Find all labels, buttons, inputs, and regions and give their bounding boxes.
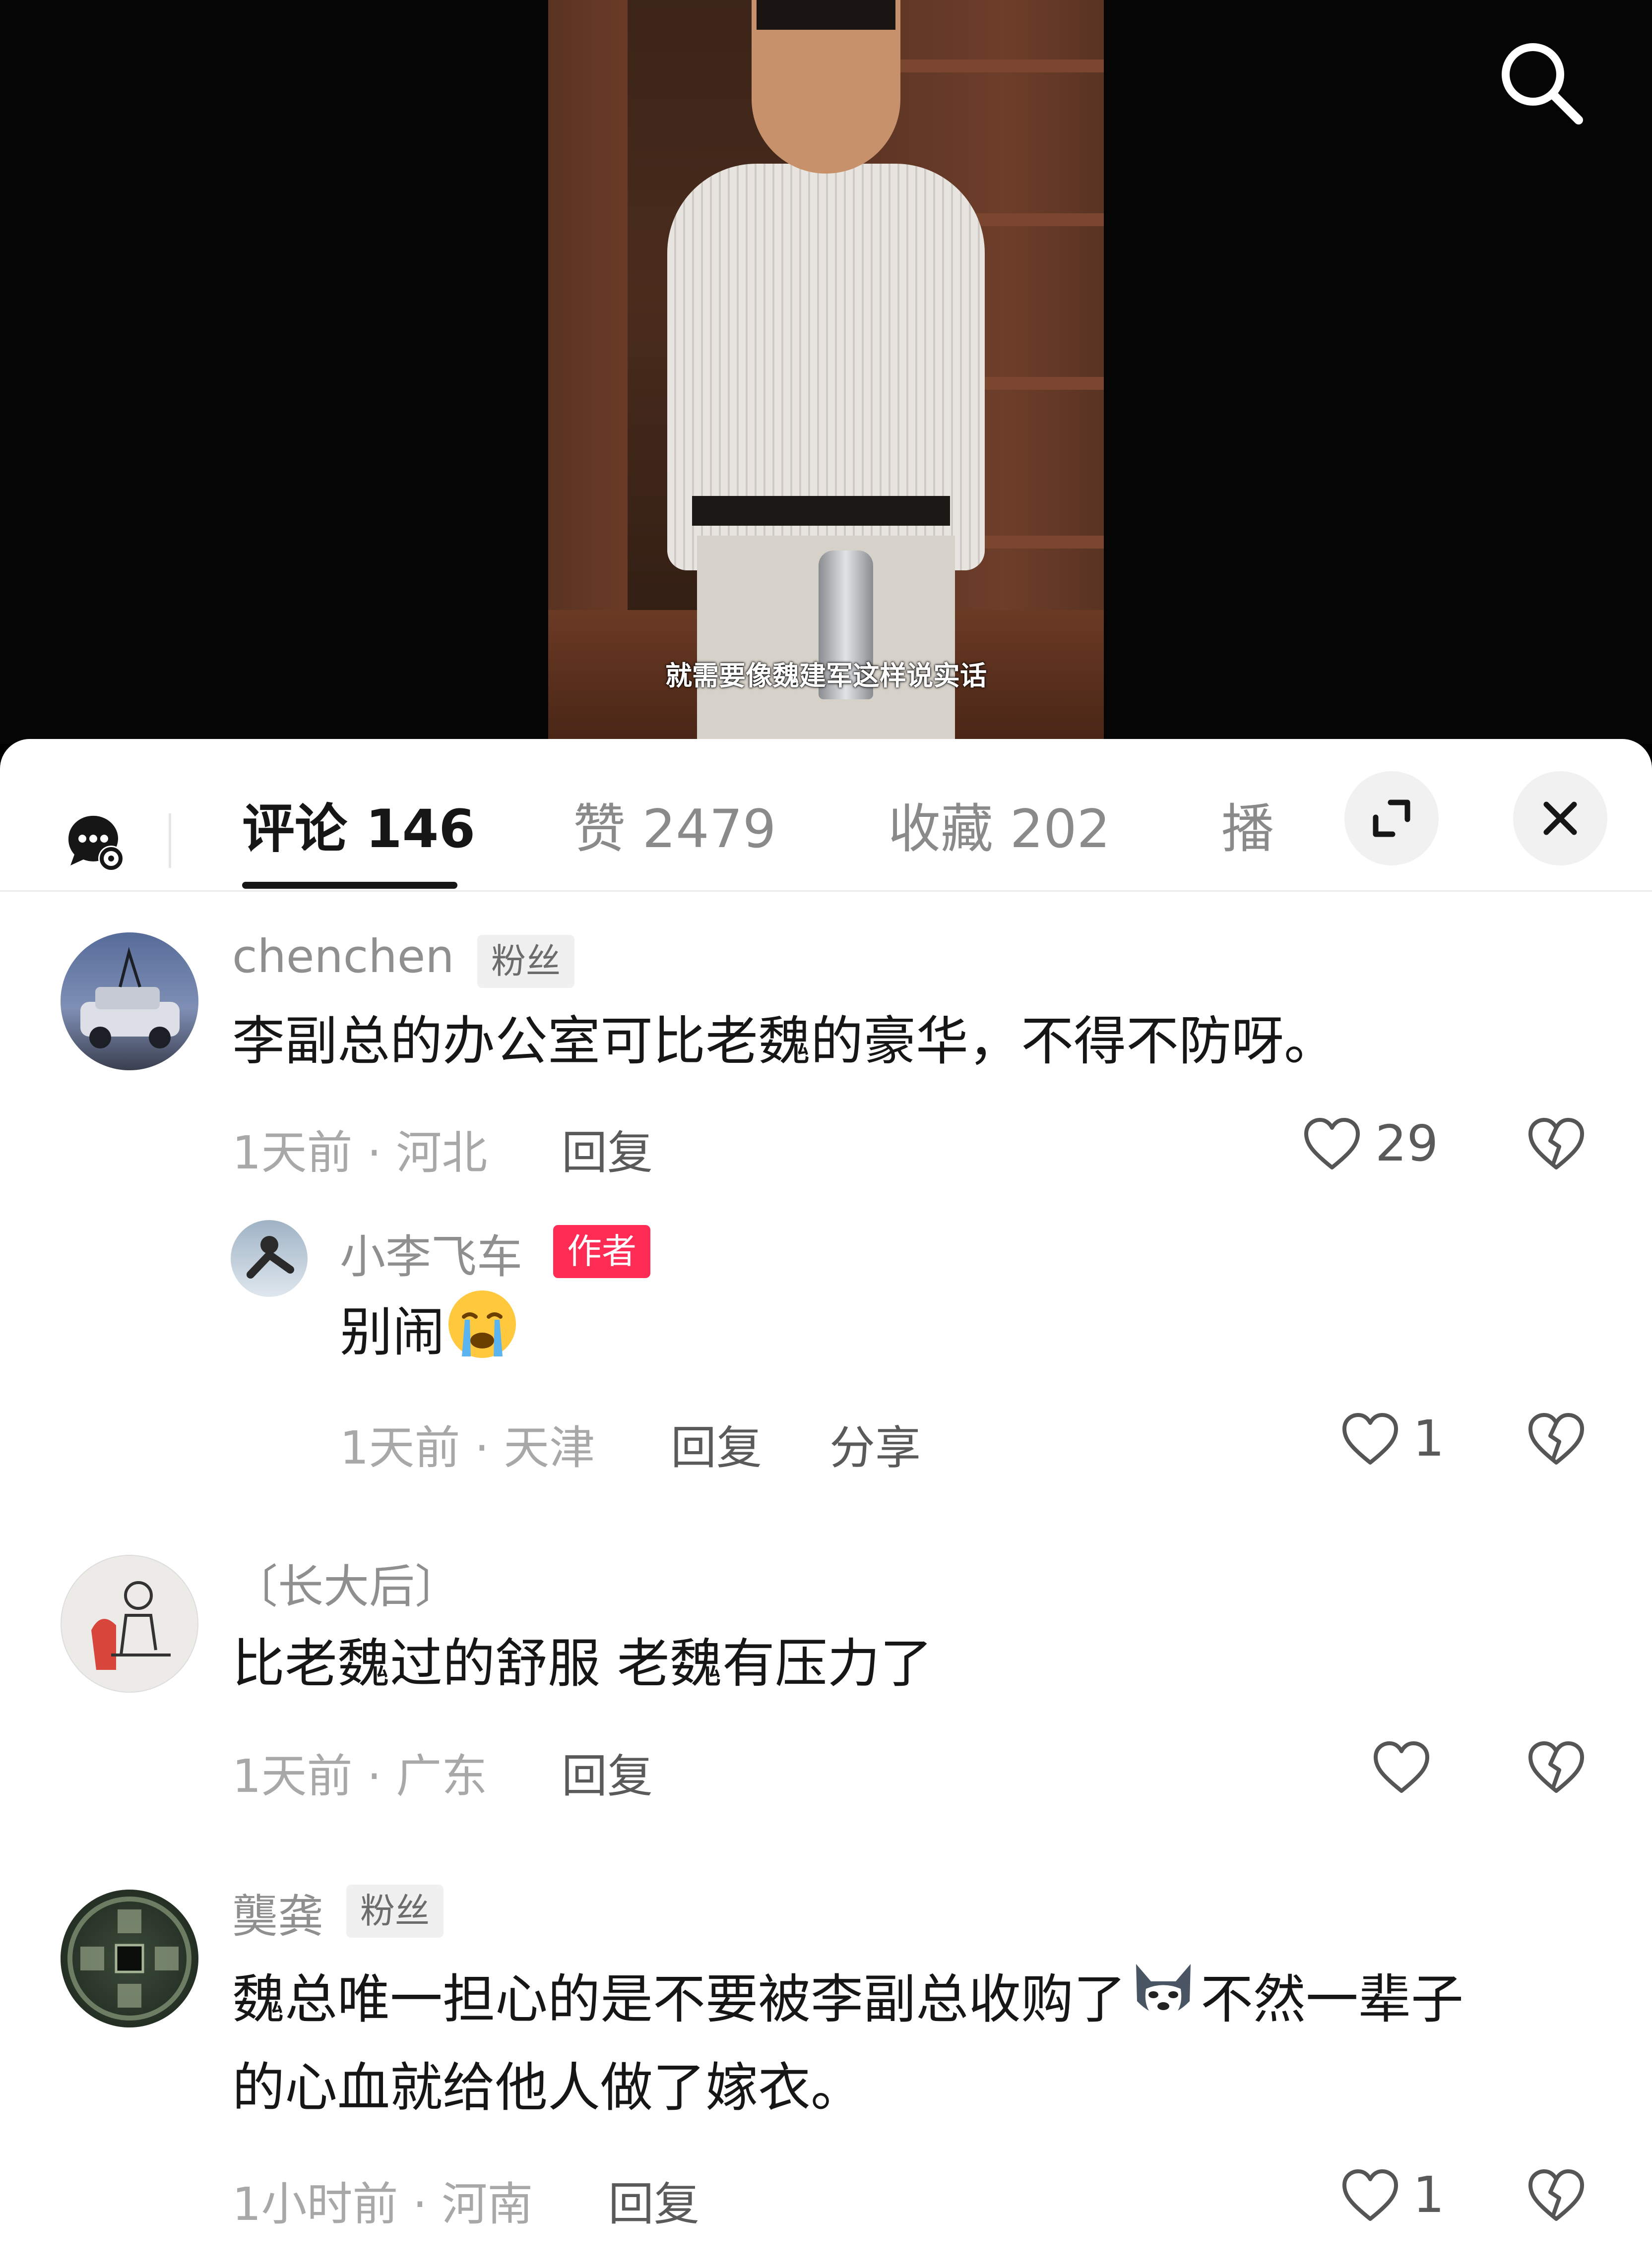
heart-icon[interactable] xyxy=(1340,1411,1400,1471)
broken-heart-icon[interactable] xyxy=(1526,1116,1586,1175)
reply-button[interactable]: 回复 xyxy=(671,1411,762,1477)
video-frame[interactable]: 就需要像魏建军这样说实话 xyxy=(548,0,1104,739)
fan-badge: 粉丝 xyxy=(477,935,574,988)
reply-button[interactable]: 回复 xyxy=(562,1739,653,1805)
like-count: 1 xyxy=(1413,2166,1445,2224)
like-count: 29 xyxy=(1375,1114,1439,1172)
tab-bar: 评论 146 赞 2479 收藏 202 播 xyxy=(0,739,1652,892)
tab-comments[interactable]: 评论 146 xyxy=(242,786,475,862)
comment-sheet: 评论 146 赞 2479 收藏 202 播 chenchen 粉丝 李副总的办… xyxy=(0,739,1652,2268)
like-count: 1 xyxy=(1413,1410,1445,1468)
comment-username[interactable]: 龑龚 xyxy=(232,1880,323,1946)
tab-likes[interactable]: 赞 2479 xyxy=(573,786,776,862)
comment-username[interactable]: chenchen xyxy=(232,930,454,983)
comment-username[interactable]: 〔长大后〕 xyxy=(232,1550,460,1616)
search-icon[interactable] xyxy=(1493,35,1588,129)
tab-plays[interactable]: 播 xyxy=(1221,786,1274,862)
comment-text-line-2: 的心血就给他人做了嫁衣。 xyxy=(232,2057,863,2118)
reply-username[interactable]: 小李飞车 xyxy=(340,1220,522,1286)
reply-text-content: 别闹 xyxy=(340,1302,445,1363)
video-player[interactable]: 就需要像魏建军这样说实话 xyxy=(0,0,1652,744)
tab-divider xyxy=(169,813,171,868)
avatar[interactable] xyxy=(61,1555,198,1693)
reply-text: 别闹 xyxy=(340,1287,519,1386)
comment-meta: 1天前 · 河北 xyxy=(232,1126,488,1179)
chat-settings-icon[interactable] xyxy=(64,811,128,875)
comment-text-line-1: 魏总唯一担心的是不要被李副总收购了 不然一辈子 xyxy=(232,1954,1463,2053)
heart-icon[interactable] xyxy=(1340,2167,1400,2227)
husky-dog-face-icon xyxy=(1126,1954,1201,2053)
broken-heart-icon[interactable] xyxy=(1526,2167,1586,2227)
comment-meta: 1天前 · 广东 xyxy=(232,1750,488,1803)
reply-button[interactable]: 回复 xyxy=(562,1116,653,1182)
author-badge: 作者 xyxy=(553,1225,650,1278)
crying-face-icon xyxy=(445,1287,519,1386)
tab-favorites[interactable]: 收藏 202 xyxy=(888,786,1110,862)
share-button[interactable]: 分享 xyxy=(829,1411,921,1477)
broken-heart-icon[interactable] xyxy=(1526,1411,1586,1471)
expand-icon xyxy=(1373,799,1410,837)
fan-badge: 粉丝 xyxy=(346,1885,444,1938)
close-button[interactable] xyxy=(1513,771,1607,865)
comment-text-segment: 魏总唯一担心的是不要被李副总收购了 xyxy=(232,1969,1126,2030)
active-tab-indicator xyxy=(242,882,457,889)
comment-text: 李副总的办公室可比老魏的豪华，不得不防呀。 xyxy=(232,1011,1336,1072)
comment-text-segment: 不然一辈子 xyxy=(1201,1969,1463,2030)
avatar[interactable] xyxy=(61,932,198,1070)
heart-icon[interactable] xyxy=(1302,1116,1362,1175)
video-subtitle: 就需要像魏建军这样说实话 xyxy=(665,660,987,691)
comment-text: 比老魏过的舒服 老魏有压力了 xyxy=(232,1633,933,1694)
reply-meta: 1天前 · 天津 xyxy=(340,1421,595,1474)
reply-button[interactable]: 回复 xyxy=(608,2167,699,2233)
comment-meta: 1小时前 · 河南 xyxy=(232,2178,533,2231)
heart-icon[interactable] xyxy=(1372,1739,1431,1799)
avatar[interactable] xyxy=(231,1220,308,1297)
close-icon xyxy=(1543,801,1577,835)
avatar[interactable] xyxy=(61,1890,198,2027)
expand-button[interactable] xyxy=(1344,771,1439,865)
person-hair xyxy=(757,0,895,30)
person-belt xyxy=(692,496,950,526)
broken-heart-icon[interactable] xyxy=(1526,1739,1586,1799)
